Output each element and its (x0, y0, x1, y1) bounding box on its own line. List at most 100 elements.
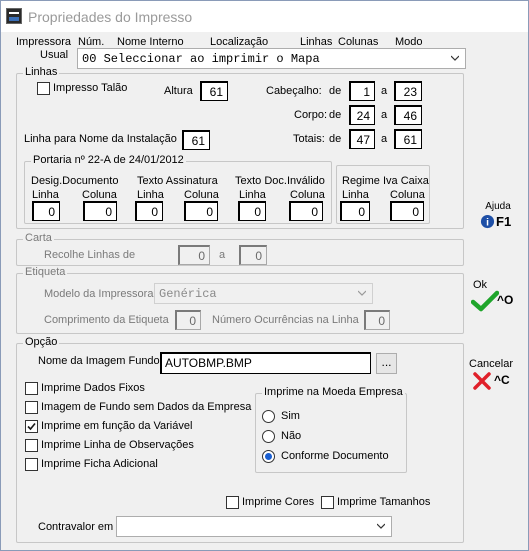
portaria-group: Portaria nº 22-A de 24/01/2012 (24, 154, 332, 224)
svg-text:i: i (486, 217, 489, 228)
etiqueta-group-label: Etiqueta (23, 266, 68, 278)
chevron-down-icon (358, 290, 366, 296)
ajuda-button[interactable]: Ajuda i F1 (475, 201, 521, 235)
texto-doc-invalido-label: Texto Doc.Inválido (235, 175, 325, 187)
cancelar-button[interactable]: Cancelar ^C (467, 358, 523, 392)
corpo-label: Corpo: (294, 109, 328, 121)
properties-window: Propriedades do Impresso Impressora Usua… (0, 0, 529, 551)
corpo-a-label: a (381, 109, 388, 121)
assin-linha-input[interactable]: 0 (135, 201, 163, 221)
imprime-funcao-variavel-label: Imprime em função da Variável (41, 420, 193, 432)
texto-assinatura-label: Texto Assinatura (137, 175, 218, 187)
linha-nome-input[interactable]: 61 (182, 130, 210, 150)
help-icon: i (480, 214, 495, 228)
desig-coluna-label: Coluna (82, 189, 117, 201)
comprimento-input[interactable]: 0 (175, 310, 201, 330)
regime-coluna-label: Coluna (390, 189, 425, 201)
corpo-de-label: de (329, 109, 342, 121)
moeda-sim-radio[interactable] (262, 410, 275, 423)
linha-nome-label: Linha para Nome da Instalação (24, 133, 177, 145)
cabecalho-a-input[interactable]: 23 (394, 81, 422, 101)
altura-input[interactable]: 61 (200, 81, 228, 101)
modelo-impressora-value: Genérica (159, 287, 217, 301)
regime-linha-label: Linha (342, 189, 369, 201)
regime-iva-label: Regime Iva Caixa (342, 175, 429, 187)
printer-select[interactable]: 00 Seleccionar ao imprimir o Mapa (77, 48, 466, 69)
ocorrencias-label: Número Ocurrências na Linha (212, 314, 359, 326)
ocorrencias-input[interactable]: 0 (364, 310, 390, 330)
col-modo: Modo (395, 36, 423, 48)
assin-coluna-input[interactable]: 0 (184, 201, 218, 221)
moeda-conforme-label: Conforme Documento (281, 450, 389, 462)
title-bar: Propriedades do Impresso (1, 1, 528, 32)
desig-documento-label: Desig.Documento (31, 175, 119, 187)
desig-linha-input[interactable]: 0 (32, 201, 60, 221)
cabecalho-de-label: de (329, 85, 342, 97)
totais-de-label: de (329, 133, 342, 145)
imagem-fundo-label: Nome da Imagem Fundo (38, 355, 160, 367)
imagem-fundo-input[interactable]: AUTOBMP.BMP (160, 352, 371, 374)
cabecalho-de-input[interactable]: 1 (349, 81, 375, 101)
imprime-funcao-variavel-checkbox[interactable] (25, 420, 38, 433)
cabecalho-label: Cabeçalho: (266, 85, 322, 97)
impresso-talao-label: Impresso Talão (53, 82, 128, 94)
printer-select-value: 00 Seleccionar ao imprimir o Mapa (82, 52, 320, 66)
close-icon (473, 372, 491, 390)
moeda-nao-radio[interactable] (262, 430, 275, 443)
corpo-de-input[interactable]: 24 (349, 105, 375, 125)
imprime-cores-label: Imprime Cores (242, 496, 315, 508)
inv-linha-input[interactable]: 0 (238, 201, 266, 221)
moeda-sim-label: Sim (281, 410, 300, 422)
recolhe-a-label: a (219, 249, 226, 261)
col-colunas: Colunas (338, 36, 379, 48)
impresso-talao-checkbox[interactable] (37, 82, 50, 95)
col-linhas: Linhas (300, 36, 333, 48)
regime-coluna-input[interactable]: 0 (390, 201, 424, 221)
inv-linha-label: Linha (239, 189, 266, 201)
recolhe-de-input[interactable]: 0 (178, 245, 210, 265)
recolhe-a-input[interactable]: 0 (239, 245, 267, 265)
browse-image-button[interactable]: ... (376, 353, 397, 374)
app-icon (6, 8, 22, 24)
ajuda-label: Ajuda (485, 201, 511, 212)
imprime-cores-checkbox[interactable] (226, 496, 239, 509)
linhas-group-label: Linhas (23, 66, 60, 78)
desig-coluna-input[interactable]: 0 (83, 201, 117, 221)
imagem-fundo-sem-dados-checkbox[interactable] (25, 401, 38, 414)
totais-label: Totais: (293, 133, 325, 145)
ajuda-shortcut: F1 (496, 214, 512, 229)
ok-button[interactable]: Ok ^O (469, 279, 523, 313)
imprime-ficha-adicional-checkbox[interactable] (25, 458, 38, 471)
cabecalho-a-label: a (381, 85, 388, 97)
col-num: Núm. (78, 36, 105, 48)
col-impressora: Impressora (16, 36, 72, 48)
moeda-nao-label: Não (281, 430, 302, 442)
regime-linha-input[interactable]: 0 (340, 201, 370, 221)
opcao-group-label: Opção (23, 336, 60, 348)
inv-coluna-input[interactable]: 0 (289, 201, 323, 221)
inv-coluna-label: Coluna (290, 189, 325, 201)
imprime-dados-fixos-checkbox[interactable] (25, 382, 38, 395)
desig-linha-label: Linha (32, 189, 59, 201)
totais-de-input[interactable]: 47 (349, 129, 375, 149)
imprime-linha-obs-checkbox[interactable] (25, 439, 38, 452)
modelo-impressora-select[interactable]: Genérica (154, 283, 373, 304)
moeda-group-label: Imprime na Moeda Empresa (262, 386, 405, 398)
comprimento-label: Comprimento da Etiqueta (44, 314, 169, 326)
chevron-down-icon (377, 523, 385, 529)
carta-group-label: Carta (23, 232, 54, 244)
cancelar-label: Cancelar (469, 358, 514, 370)
window-title: Propriedades do Impresso (28, 9, 193, 25)
contravalor-select[interactable] (116, 516, 392, 537)
portaria-group-label: Portaria nº 22-A de 24/01/2012 (31, 154, 186, 166)
totais-a-input[interactable]: 61 (394, 129, 422, 149)
altura-label: Altura (164, 85, 193, 97)
cancelar-shortcut: ^C (494, 373, 510, 387)
imprime-linha-obs-label: Imprime Linha de Observações (41, 439, 194, 451)
imprime-ficha-adicional-label: Imprime Ficha Adicional (41, 458, 158, 470)
modelo-impressora-label: Modelo da Impressora (44, 288, 154, 300)
assin-coluna-label: Coluna (184, 189, 219, 201)
corpo-a-input[interactable]: 46 (394, 105, 422, 125)
moeda-conforme-radio[interactable] (262, 450, 275, 463)
imprime-tamanhos-checkbox[interactable] (321, 496, 334, 509)
